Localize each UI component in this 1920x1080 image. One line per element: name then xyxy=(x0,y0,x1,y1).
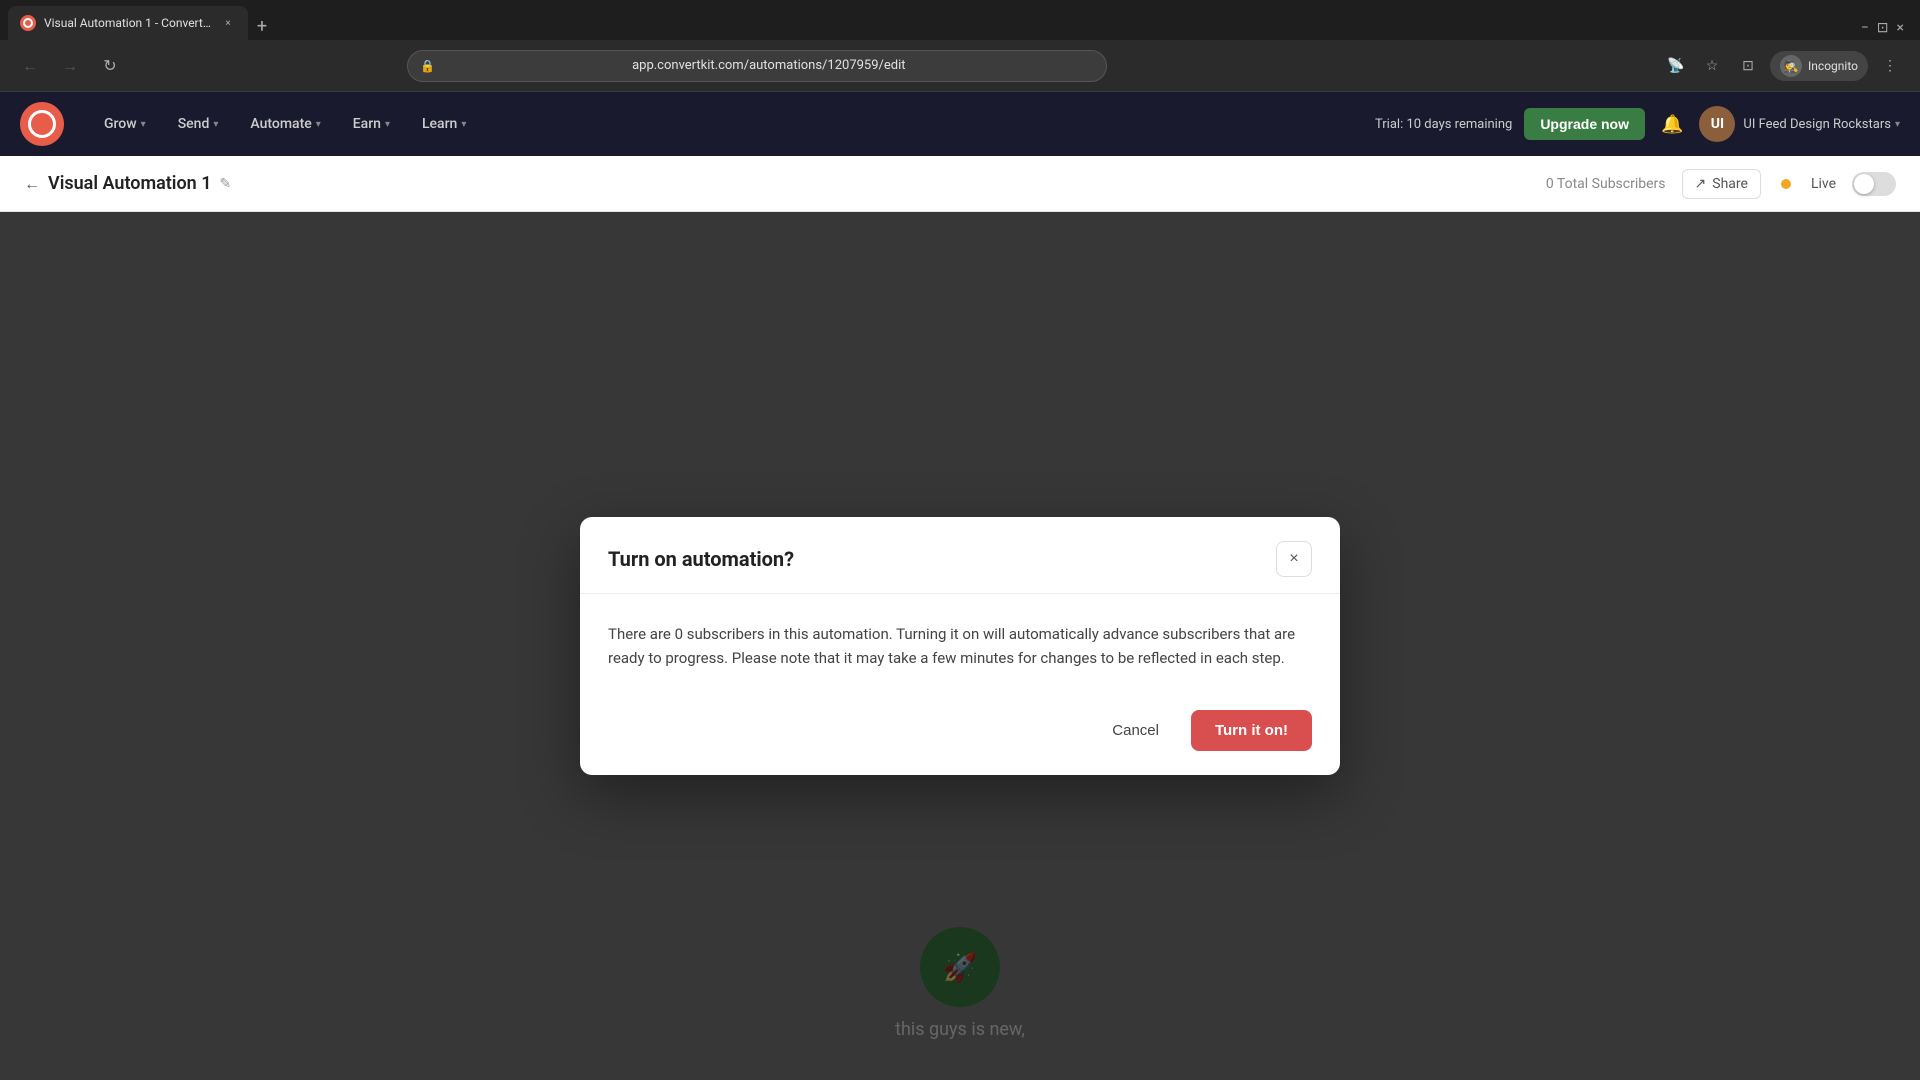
close-icon: × xyxy=(1289,550,1298,568)
address-bar: ← → ↻ 🔒 app.convertkit.com/automations/1… xyxy=(0,40,1920,92)
close-button[interactable]: × xyxy=(1897,20,1904,36)
automate-chevron-icon: ▾ xyxy=(316,119,321,130)
subheader-right-section: 0 Total Subscribers ↗ Share Live xyxy=(1546,169,1896,199)
earn-chevron-icon: ▾ xyxy=(385,119,390,130)
live-toggle[interactable] xyxy=(1852,172,1896,196)
incognito-button[interactable]: 🕵 Incognito xyxy=(1770,51,1868,81)
browser-frame: Visual Automation 1 - ConvertKit × + − ⊡… xyxy=(0,0,1920,1080)
cancel-button[interactable]: Cancel xyxy=(1092,712,1179,749)
app-area: Grow ▾ Send ▾ Automate ▾ Earn ▾ Learn xyxy=(0,92,1920,1080)
url-text: app.convertkit.com/automations/1207959/e… xyxy=(443,58,1094,73)
tab-close-button[interactable]: × xyxy=(220,15,236,31)
top-navigation: Grow ▾ Send ▾ Automate ▾ Earn ▾ Learn xyxy=(0,92,1920,156)
turn-on-automation-modal: Turn on automation? × There are 0 subscr… xyxy=(580,517,1340,775)
nav-grow-label: Grow xyxy=(104,116,137,132)
nav-item-grow[interactable]: Grow ▾ xyxy=(88,92,162,156)
live-label: Live xyxy=(1811,176,1836,192)
user-name: UI Feed Design Rockstars xyxy=(1743,117,1891,132)
forward-nav-button[interactable]: → xyxy=(56,52,84,80)
grow-chevron-icon: ▾ xyxy=(141,119,146,130)
screen-cast-icon[interactable]: 📡 xyxy=(1662,52,1690,80)
modal-footer: Cancel Turn it on! xyxy=(580,694,1340,775)
page-title: Visual Automation 1 xyxy=(48,173,211,194)
toggle-knob xyxy=(1854,174,1874,194)
modal-body: There are 0 subscribers in this automati… xyxy=(580,594,1340,694)
user-menu-chevron-icon[interactable]: ▾ xyxy=(1895,119,1900,130)
refresh-button[interactable]: ↻ xyxy=(96,52,124,80)
new-tab-button[interactable]: + xyxy=(248,12,276,40)
user-avatar[interactable]: UI xyxy=(1699,106,1735,142)
notification-bell-icon[interactable]: 🔔 xyxy=(1661,114,1683,135)
active-tab[interactable]: Visual Automation 1 - ConvertKit × xyxy=(8,6,248,40)
browser-toolbar-icons: 📡 ☆ ⊡ 🕵 Incognito ⋮ xyxy=(1662,51,1904,81)
brand-logo[interactable] xyxy=(20,102,64,146)
subheader: ← Visual Automation 1 ✎ 0 Total Subscrib… xyxy=(0,156,1920,212)
confirm-turn-on-button[interactable]: Turn it on! xyxy=(1191,710,1312,751)
modal-header: Turn on automation? × xyxy=(580,517,1340,594)
back-nav-button[interactable]: ← xyxy=(16,52,44,80)
brand-logo-inner xyxy=(28,110,56,138)
share-label: Share xyxy=(1712,176,1748,192)
address-input[interactable]: 🔒 app.convertkit.com/automations/1207959… xyxy=(407,50,1107,82)
nav-item-earn[interactable]: Earn ▾ xyxy=(337,92,406,156)
main-content: 🚀 this guys is new, Turn on automation? … xyxy=(0,212,1920,1080)
modal-description: There are 0 subscribers in this automati… xyxy=(608,622,1312,670)
nav-items: Grow ▾ Send ▾ Automate ▾ Earn ▾ Learn xyxy=(88,92,1375,156)
modal-title: Turn on automation? xyxy=(608,547,1276,571)
tab-favicon xyxy=(20,15,36,31)
tab-bar: Visual Automation 1 - ConvertKit × + − ⊡… xyxy=(0,0,1920,40)
back-button[interactable]: ← xyxy=(24,174,40,194)
live-status-dot xyxy=(1781,179,1791,189)
modal-close-button[interactable]: × xyxy=(1276,541,1312,577)
trial-badge: Trial: 10 days remaining xyxy=(1375,117,1512,132)
edit-title-icon[interactable]: ✎ xyxy=(219,176,231,192)
subscribers-count: 0 Total Subscribers xyxy=(1546,176,1666,192)
back-arrow-icon: ← xyxy=(24,174,40,194)
nav-earn-label: Earn xyxy=(353,116,381,132)
more-options-icon[interactable]: ⋮ xyxy=(1876,52,1904,80)
nav-item-learn[interactable]: Learn ▾ xyxy=(406,92,482,156)
minimize-button[interactable]: − xyxy=(1861,20,1869,36)
share-icon: ↗ xyxy=(1695,176,1707,192)
learn-chevron-icon: ▾ xyxy=(461,119,466,130)
lock-icon: 🔒 xyxy=(420,59,435,73)
upgrade-button[interactable]: Upgrade now xyxy=(1524,108,1645,140)
tab-title: Visual Automation 1 - ConvertKit xyxy=(44,16,212,30)
nav-item-send[interactable]: Send ▾ xyxy=(162,92,235,156)
bookmark-icon[interactable]: ☆ xyxy=(1698,52,1726,80)
nav-learn-label: Learn xyxy=(422,116,457,132)
incognito-icon: 🕵 xyxy=(1780,55,1802,77)
extensions-icon[interactable]: ⊡ xyxy=(1734,52,1762,80)
send-chevron-icon: ▾ xyxy=(213,119,218,130)
incognito-label: Incognito xyxy=(1808,59,1858,73)
nav-item-automate[interactable]: Automate ▾ xyxy=(234,92,336,156)
maximize-button[interactable]: ⊡ xyxy=(1877,20,1889,36)
nav-send-label: Send xyxy=(178,116,210,132)
share-button[interactable]: ↗ Share xyxy=(1682,169,1761,199)
nav-automate-label: Automate xyxy=(250,116,311,132)
window-controls: − ⊡ × xyxy=(1861,20,1904,40)
